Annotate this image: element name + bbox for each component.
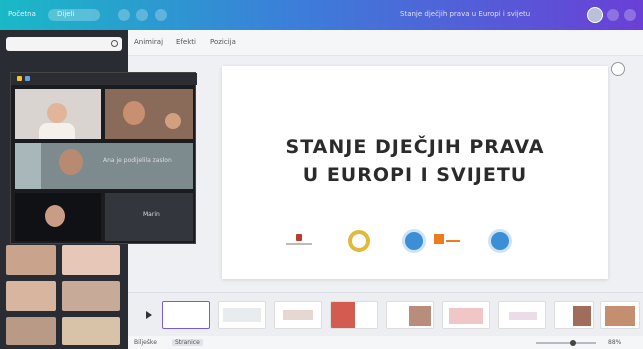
screen-share-banner: Ana je podijelila zaslon: [103, 157, 172, 164]
call-layout-icon[interactable]: [25, 76, 30, 81]
background-window: [15, 143, 41, 189]
call-status-icon: [17, 76, 22, 81]
call-header: [11, 73, 197, 85]
search-input[interactable]: [6, 37, 122, 51]
logo-row: [274, 226, 574, 256]
zoom-slider[interactable]: [536, 340, 596, 346]
participant-face: [47, 103, 67, 123]
template-thumb[interactable]: [62, 245, 120, 275]
globe-logo-icon: [488, 229, 512, 253]
share-button[interactable]: Dijeli: [48, 9, 100, 21]
more-icon[interactable]: [624, 9, 636, 21]
editor-toolbar: Animiraj Efekti Pozicija: [128, 30, 643, 56]
top-bar: Početna Dijeli Stanje dječjih prava u Eu…: [0, 0, 643, 30]
redo-icon[interactable]: [136, 9, 148, 21]
ministry-logo-icon: [286, 234, 312, 248]
page-thumb[interactable]: [330, 301, 378, 329]
page-thumb[interactable]: [600, 301, 640, 329]
ring-logo-icon: [348, 230, 370, 252]
participant-tile: [15, 193, 101, 241]
page-thumb[interactable]: [498, 301, 546, 329]
undo-icon[interactable]: [118, 9, 130, 21]
notes-button[interactable]: Bilješke: [134, 339, 157, 346]
avatar[interactable]: [587, 7, 603, 23]
page-thumb[interactable]: [218, 301, 266, 329]
refresh-icon[interactable]: [611, 62, 625, 76]
share-label: Dijeli: [57, 10, 75, 18]
participant-face: [59, 149, 83, 175]
chart-icon[interactable]: [607, 9, 619, 21]
page-thumb[interactable]: [554, 301, 594, 329]
participant-face: [45, 205, 65, 227]
page-thumb[interactable]: [442, 301, 490, 329]
home-button[interactable]: Početna: [8, 10, 36, 20]
page-thumb[interactable]: [274, 301, 322, 329]
participant-tile-no-video: Marin: [105, 193, 193, 241]
zoom-slider-handle[interactable]: [570, 340, 576, 346]
participant-face: [165, 113, 181, 129]
participant-tile: Ana je podijelila zaslon: [15, 143, 193, 189]
participant-body: [39, 123, 75, 139]
search-icon: [111, 40, 118, 47]
slide-canvas[interactable]: STANJE DJEČJIH PRAVA U EUROPI I SVIJETU: [222, 66, 608, 279]
animate-button[interactable]: Animiraj: [134, 38, 163, 46]
document-title[interactable]: Stanje dječjih prava u Europi i svijetu: [400, 10, 565, 20]
page-filmstrip: [128, 292, 643, 336]
template-thumb[interactable]: [62, 281, 120, 311]
pages-button[interactable]: Stranice: [172, 339, 203, 346]
participant-face: [123, 101, 145, 125]
slide-title-line-2[interactable]: U EUROPI I SVIJETU: [222, 164, 608, 186]
template-thumb[interactable]: [62, 317, 120, 345]
orange-logo-icon: [434, 234, 460, 248]
bottom-bar: Bilješke Stranice 88%: [128, 336, 643, 349]
position-button[interactable]: Pozicija: [210, 38, 236, 46]
video-call-window[interactable]: Ana je podijelila zaslon Marin: [10, 72, 197, 244]
template-thumb[interactable]: [6, 245, 56, 275]
page-thumb-active[interactable]: [162, 301, 210, 329]
play-icon[interactable]: [146, 311, 152, 319]
slide-title-line-1[interactable]: STANJE DJEČJIH PRAVA: [222, 136, 608, 158]
cloud-icon: [155, 9, 167, 21]
globe-logo-icon: [402, 229, 426, 253]
participant-tile: [15, 89, 101, 139]
page-thumb[interactable]: [386, 301, 434, 329]
participant-tile: [105, 89, 193, 139]
participant-name: Marin: [143, 211, 160, 218]
template-thumb[interactable]: [6, 317, 56, 345]
zoom-level[interactable]: 88%: [608, 339, 621, 346]
effects-button[interactable]: Efekti: [176, 38, 196, 46]
template-thumb[interactable]: [6, 281, 56, 311]
